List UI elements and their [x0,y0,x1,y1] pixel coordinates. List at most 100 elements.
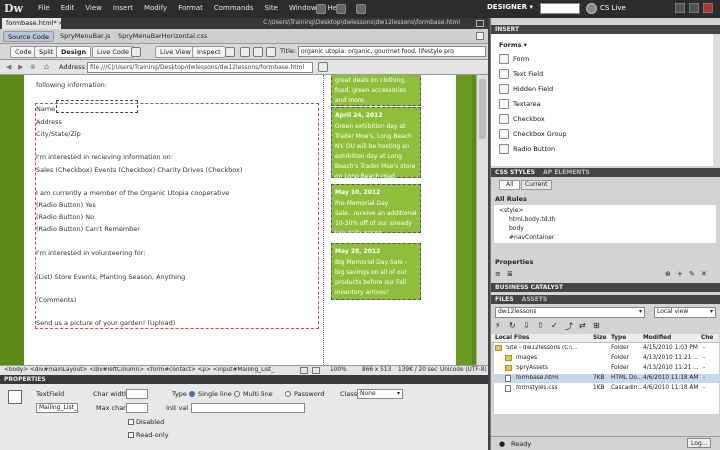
live-view-button[interactable]: Live View [155,46,196,58]
related-spry-menubar-js[interactable]: SpryMenuBar.js [60,32,110,40]
col-checked-out[interactable]: Che [701,335,713,341]
menu-window[interactable]: Window [289,4,317,12]
tag-selector[interactable]: <body> <div#mainLayout> <div#leftColumn>… [4,367,274,373]
new-rule-icon[interactable]: + [677,270,683,278]
inspect-button[interactable]: Inspect [192,46,226,58]
col-type[interactable]: Type [611,335,626,341]
textfield-name-input[interactable]: Mailing_List_N [36,403,78,413]
tab-formbase[interactable]: formbase.html* [2,18,61,29]
related-source-code[interactable]: Source Code [3,31,55,42]
log-button[interactable]: Log... [687,438,712,448]
menu-format[interactable]: Format [178,4,203,12]
insert-panel-header[interactable]: INSERT [491,25,720,34]
close-icon[interactable] [703,3,713,13]
insert-text-field[interactable]: Text Field [513,70,543,78]
max-chars-input[interactable] [126,403,148,413]
sync-icon[interactable]: ⇄ [579,321,586,330]
filter-icon[interactable] [476,32,484,40]
file-row[interactable]: formstyles.css 1KB Cascadin... 4/6/2010 11:… [491,384,719,393]
page-title-input[interactable]: organic utopia: organic, gourmet food, l… [298,46,486,57]
attach-stylesheet-icon[interactable]: ⊕ [665,270,671,278]
menu-insert[interactable]: Insert [113,4,133,12]
css-current-tab[interactable]: Current [521,180,552,190]
menu-modify[interactable]: Modify [144,4,167,12]
col-modified[interactable]: Modified [643,335,671,341]
visual-aids-icon[interactable] [266,47,276,57]
menu-file[interactable]: File [38,4,50,12]
class-select[interactable]: None ▾ [357,389,403,399]
vertical-scrollbar[interactable] [476,75,488,365]
design-canvas[interactable]: following information: Name Address City… [0,75,488,365]
related-spry-css[interactable]: SpryMenuBarHorizontal.css [118,32,207,40]
live-code-button[interactable]: Live Code [92,46,134,58]
assets-tab[interactable]: ASSETS [522,296,548,303]
password-radio[interactable] [285,391,291,397]
file-row[interactable]: formbase.html 7KB HTML Do... 4/6/2010 11:18… [491,374,719,383]
restore-doc-icon[interactable] [476,20,484,27]
window-size[interactable]: 866 x 513 [362,367,391,373]
file-row[interactable]: images Folder 4/13/2010 11:21 ... - [491,354,719,363]
css-rule-body[interactable]: body [509,225,524,232]
char-width-input[interactable] [126,389,148,399]
insert-textarea[interactable]: Textarea [513,100,541,108]
css-rule-html-body[interactable]: html,body,td,th [509,216,556,223]
view-select[interactable]: Local view ▾ [654,307,716,318]
mailing-list-name-input[interactable] [56,100,138,113]
col-local-files[interactable]: Local Files [495,335,529,341]
init-val-input[interactable] [191,403,305,413]
check-out-icon[interactable]: ✓ [551,321,558,330]
insert-radio-button[interactable]: Radio Button [513,145,555,153]
insert-scrollbar[interactable] [713,34,720,166]
category-view-icon[interactable]: ≡ [495,270,501,278]
single-line-radio[interactable] [189,391,195,397]
menu-site[interactable]: Site [264,4,277,12]
css-rule-navcontainer[interactable]: #navContainer [509,234,554,241]
read-only-checkbox[interactable] [128,432,134,438]
insert-category-select[interactable]: Forms ▾ [499,41,527,49]
split-view-button[interactable]: Split [34,46,59,58]
file-row[interactable]: SpryAssets Folder 4/13/2010 11:21 ... - [491,364,719,373]
multi-line-radio[interactable] [234,391,240,397]
search-input[interactable] [540,3,580,14]
files-tab[interactable]: FILES [495,296,514,303]
menu-commands[interactable]: Commands [214,4,254,12]
properties-header[interactable]: PROPERTIES [0,375,488,384]
refresh-files-icon[interactable]: ↻ [509,321,516,330]
insert-hidden-field[interactable]: Hidden Field [513,85,553,93]
site-select[interactable]: dw12lessons ▾ [495,307,645,318]
disabled-checkbox[interactable] [128,419,134,425]
get-files-icon[interactable]: ⇩ [523,321,530,330]
forward-icon[interactable]: ▶ [18,63,23,71]
minimize-icon[interactable] [675,3,685,13]
layout-icon[interactable] [316,4,326,14]
check-in-icon[interactable]: ⤴ [565,321,573,332]
globe-icon[interactable] [225,47,235,57]
browser-check-icon[interactable] [131,47,141,57]
workspace-switcher[interactable]: DESIGNER ▾ [487,3,533,11]
back-icon[interactable]: ◀ [6,63,11,71]
put-files-icon[interactable]: ⇧ [537,321,544,330]
edit-rule-icon[interactable]: ✎ [689,270,695,278]
file-row[interactable]: Site - dw12lessons (C:\... Folder 4/15/201… [491,344,719,353]
menu-edit[interactable]: Edit [61,4,75,12]
list-view-icon[interactable]: ≣ [507,270,513,278]
extend-icon[interactable] [336,4,346,14]
stop-icon[interactable]: ⊗ [30,63,36,71]
connect-icon[interactable]: ⚡ [495,321,501,330]
css-rule-style[interactable]: <style> [499,207,523,214]
maximize-icon[interactable] [689,3,699,13]
insert-checkbox[interactable]: Checkbox [513,115,545,123]
css-all-tab[interactable]: All [499,180,521,190]
cs-live-button[interactable]: CS Live [600,4,626,12]
address-input[interactable]: file:///C|/Users/Training/Desktop/dwless… [87,62,313,73]
insert-checkbox-group[interactable]: Checkbox Group [513,130,567,138]
delete-rule-icon[interactable]: ✕ [701,270,707,278]
zoom-level[interactable]: 100% [330,367,347,373]
tab-close-icon[interactable]: × [58,20,63,27]
scrollbar-thumb[interactable] [479,79,486,139]
col-size[interactable]: Size [593,335,606,341]
hand-tool-icon[interactable] [312,367,320,374]
home-icon[interactable]: ⌂ [44,62,49,71]
navigation-options-icon[interactable] [318,62,328,72]
business-catalyst-header[interactable]: BUSINESS CATALYST [491,283,720,292]
